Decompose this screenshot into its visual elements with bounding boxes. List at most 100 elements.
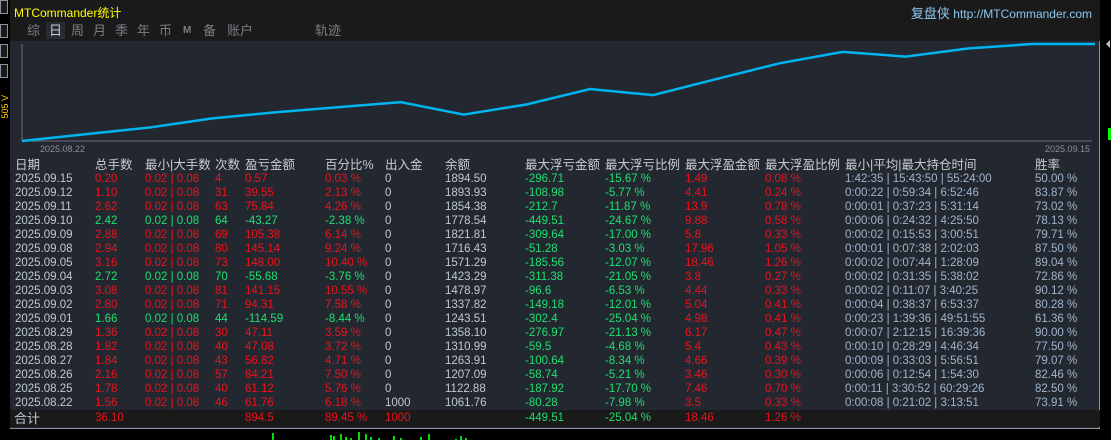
- brand-link[interactable]: http://MTCommander.com: [953, 7, 1092, 21]
- cell: -80.28: [525, 397, 558, 409]
- cell: 5.76 %: [325, 383, 361, 395]
- total-max-float-loss: -449.51: [525, 412, 565, 424]
- column-header[interactable]: 出入金: [385, 158, 423, 172]
- cell: 1893.93: [445, 187, 487, 199]
- candle: [330, 435, 332, 440]
- cell: 39.55: [245, 187, 274, 199]
- total-max-float-loss-pct: -25.04 %: [605, 412, 652, 424]
- scrollbar[interactable]: [1104, 40, 1111, 140]
- cell: -2.38 %: [325, 215, 365, 227]
- table-row[interactable]: 2025.09.15 0.20 0.02 | 0.08 4 0.57 0.03 % 0 189…: [10, 172, 1100, 186]
- cell: 0.02 | 0.08: [145, 397, 200, 409]
- cell: 2025.09.15: [15, 173, 73, 185]
- cell: 0: [385, 327, 392, 339]
- column-header[interactable]: 最大浮盈比例: [765, 158, 840, 172]
- table-row[interactable]: 2025.08.28 1.82 0.02 | 0.08 40 47.08 3.72 % 0 1…: [10, 340, 1100, 354]
- cell: 105.38: [245, 229, 281, 241]
- column-header[interactable]: 日期: [15, 158, 40, 172]
- tab-10[interactable]: 轨迹: [312, 22, 344, 39]
- column-header[interactable]: 最大浮亏比例: [605, 158, 680, 172]
- table-row[interactable]: 2025.09.05 3.16 0.02 | 0.08 73 148.00 10.40 %…: [10, 256, 1100, 270]
- column-header[interactable]: 最小|平均|最大持仓时间: [845, 158, 977, 172]
- table-row[interactable]: 2025.08.22 1.56 0.02 | 0.08 46 61.76 6.18 % 10…: [10, 396, 1100, 410]
- cell: 0.03 %: [325, 173, 361, 185]
- tab-3[interactable]: 月: [90, 22, 109, 39]
- column-header[interactable]: 最大浮盈金额: [685, 158, 760, 172]
- cell: 0: [385, 369, 392, 381]
- cell: 78.13 %: [1035, 215, 1078, 227]
- table-row[interactable]: 2025.08.26 2.16 0.02 | 0.08 57 84.21 7.50 % 0 1…: [10, 368, 1100, 382]
- cell: 141.15: [245, 285, 281, 297]
- side-button[interactable]: [0, 44, 8, 58]
- cell: 2025.09.03: [15, 285, 73, 297]
- candle: [365, 434, 367, 440]
- table-row[interactable]: 2025.08.29 1.36 0.02 | 0.08 30 47.11 3.59 % 0 1…: [10, 326, 1100, 340]
- cell: 10.40 %: [325, 257, 368, 269]
- cell: 69: [215, 229, 228, 241]
- table-row[interactable]: 2025.08.27 1.84 0.02 | 0.08 43 56.82 4.71 % 0 1…: [10, 354, 1100, 368]
- candle: [272, 433, 274, 440]
- cell: -449.51: [525, 215, 565, 227]
- cell: 0.02 | 0.08: [145, 243, 200, 255]
- cell: -17.00 %: [605, 229, 652, 241]
- table-row[interactable]: 2025.09.12 1.10 0.02 | 0.08 31 39.55 2.13 % 0 1…: [10, 186, 1100, 200]
- cell: 6.18 %: [325, 397, 361, 409]
- tab-8[interactable]: 备: [200, 22, 219, 39]
- tab-5[interactable]: 年: [134, 22, 153, 39]
- cell: 4.44: [685, 285, 708, 297]
- tab-7[interactable]: M: [180, 22, 194, 39]
- column-header[interactable]: 百分比%: [325, 158, 374, 172]
- cell: 0.02 | 0.08: [145, 299, 200, 311]
- tab-6[interactable]: 币: [156, 22, 175, 39]
- cell: 2025.09.08: [15, 243, 73, 255]
- table-row[interactable]: 2025.09.04 2.72 0.02 | 0.08 70 -55.68 -3.76 %…: [10, 270, 1100, 284]
- table-row[interactable]: 2025.09.03 3.08 0.02 | 0.08 81 141.15 10.55 %…: [10, 284, 1100, 298]
- table-row[interactable]: 2025.09.11 2.62 0.02 | 0.08 63 75.84 4.26 % 0 1…: [10, 200, 1100, 214]
- column-header[interactable]: 余额: [445, 158, 470, 172]
- cell: 0.33 %: [765, 397, 801, 409]
- column-header[interactable]: 次数: [215, 158, 240, 172]
- table-row[interactable]: 2025.09.01 1.66 0.02 | 0.08 44 -114.59 -8.44 …: [10, 312, 1100, 326]
- cell: 77.50 %: [1035, 341, 1078, 353]
- column-header[interactable]: 胜率: [1035, 158, 1060, 172]
- column-header[interactable]: 总手数: [95, 158, 133, 172]
- balance-chart: 2025.08.22 2025.09.15: [21, 42, 1096, 154]
- cell: 2025.09.04: [15, 271, 73, 283]
- side-button[interactable]: [0, 0, 8, 14]
- candle: [340, 434, 342, 440]
- cell: -8.44 %: [325, 313, 365, 325]
- column-header[interactable]: 最大浮亏金额: [525, 158, 600, 172]
- table-row[interactable]: 2025.09.09 2.88 0.02 | 0.08 69 105.38 6.14 % 0…: [10, 228, 1100, 242]
- cell: 2.16: [95, 369, 118, 381]
- column-header[interactable]: 盈亏金额: [245, 158, 295, 172]
- cell: -3.76 %: [325, 271, 365, 283]
- cell: 2.72: [95, 271, 118, 283]
- column-header[interactable]: 最小|大手数: [145, 158, 211, 172]
- cell: -6.53 %: [605, 285, 645, 297]
- tab-9[interactable]: 账户: [224, 22, 256, 39]
- table-row[interactable]: 2025.09.02 2.80 0.02 | 0.08 71 94.31 7.58 % 0 1…: [10, 298, 1100, 312]
- total-max-float-profit-pct: 1.26 %: [765, 412, 801, 424]
- cell: 0.02 | 0.08: [145, 215, 200, 227]
- tab-4[interactable]: 季: [112, 22, 131, 39]
- table-row[interactable]: 2025.09.08 2.94 0.02 | 0.08 80 145.14 9.24 % 0…: [10, 242, 1100, 256]
- candle: [333, 436, 335, 440]
- table-row[interactable]: 2025.08.25 1.78 0.02 | 0.08 40 61.12 5.76 % 0 1…: [10, 382, 1100, 396]
- cell: 0.02 | 0.08: [145, 313, 200, 325]
- cell: 1:42:35 | 15:43:50 | 55:24:00: [845, 173, 992, 185]
- cell: 0: [385, 229, 392, 241]
- cell: -187.92: [525, 383, 565, 395]
- tab-2[interactable]: 周: [68, 22, 87, 39]
- cell: 18.46: [685, 257, 714, 269]
- cell: 3.46: [685, 369, 708, 381]
- side-button[interactable]: [0, 24, 8, 38]
- tab-1[interactable]: 日: [46, 22, 66, 39]
- side-button[interactable]: [0, 64, 8, 78]
- cell: 2.62: [95, 201, 118, 213]
- cell: 0.02 | 0.08: [145, 327, 200, 339]
- cell: 3.08: [95, 285, 118, 297]
- cell: 0: [385, 355, 392, 367]
- cell: 0:00:06 | 0:24:32 | 4:25:50: [845, 215, 979, 227]
- tab-0[interactable]: 综: [24, 22, 43, 39]
- table-row[interactable]: 2025.09.10 2.42 0.02 | 0.08 64 -43.27 -2.38 %…: [10, 214, 1100, 228]
